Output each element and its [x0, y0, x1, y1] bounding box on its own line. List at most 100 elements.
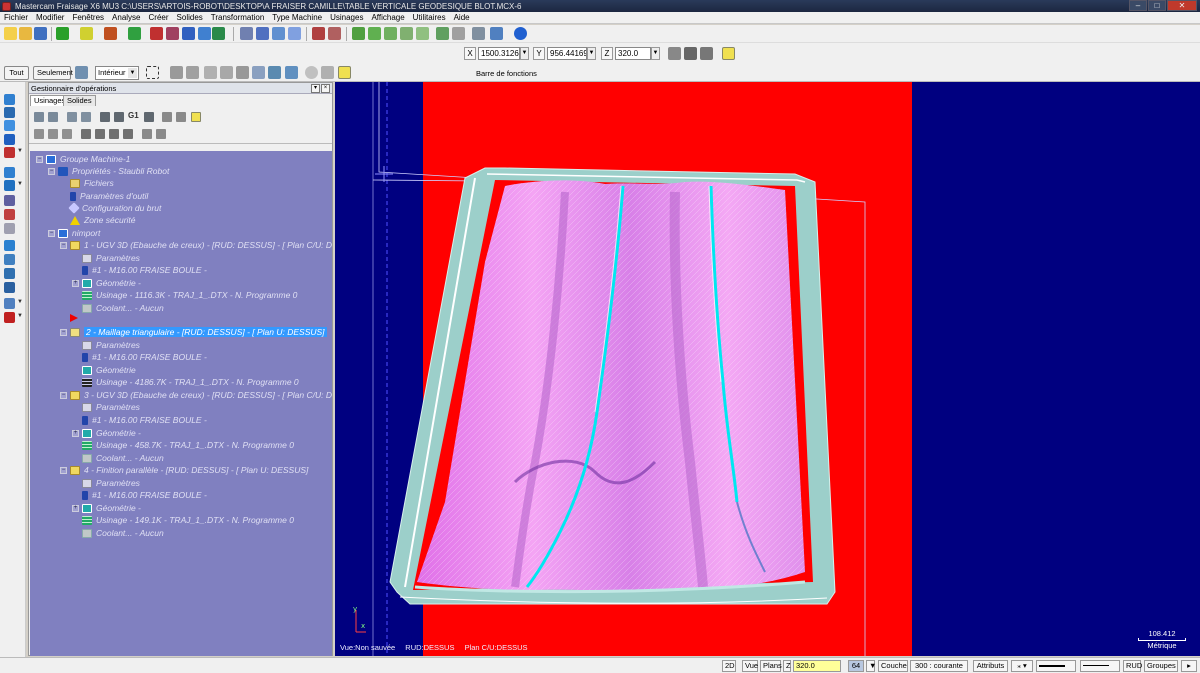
2d-toggle-button[interactable]: 2D: [722, 660, 736, 672]
tree-item[interactable]: #1 - M16.00 FRAISE BOULE -: [82, 489, 207, 501]
minimize-button[interactable]: –: [1129, 0, 1147, 11]
collapse-icon[interactable]: −: [60, 241, 67, 249]
chevron-down-icon[interactable]: ▼: [587, 46, 596, 60]
highfeed-icon[interactable]: [162, 112, 172, 122]
fast-point-icon[interactable]: [668, 47, 681, 60]
grid-icon[interactable]: [4, 298, 15, 309]
face-select-icon[interactable]: [220, 66, 233, 79]
insert-arrow-icon[interactable]: [109, 129, 119, 139]
collapse-icon[interactable]: −: [60, 466, 67, 474]
chevron-down-icon[interactable]: ▼: [17, 299, 23, 305]
filter-icon[interactable]: [285, 66, 298, 79]
line-width-select[interactable]: [1080, 660, 1120, 672]
layer-icon[interactable]: [4, 240, 15, 251]
select-invalid-ops-icon[interactable]: [48, 112, 58, 122]
tree-item[interactable]: #1 - M16.00 FRAISE BOULE -: [82, 264, 207, 276]
expand-icon[interactable]: [156, 129, 166, 139]
toggle-post-icon[interactable]: [62, 129, 72, 139]
arrow-down-icon[interactable]: [4, 134, 15, 145]
tree-item[interactable]: − Groupe Machine-1: [36, 153, 130, 165]
tree-item[interactable]: Fichiers: [70, 177, 114, 189]
view-iso-icon[interactable]: [352, 27, 365, 40]
selection-mode-select[interactable]: Intérieur ▼: [95, 66, 139, 80]
expand-icon[interactable]: +: [72, 504, 79, 512]
loft-icon[interactable]: [4, 195, 15, 206]
attributs-button[interactable]: Attributs: [973, 660, 1008, 672]
vue-button[interactable]: Vue: [742, 660, 758, 672]
collapse-icon[interactable]: −: [48, 167, 55, 175]
solid-select-icon[interactable]: [204, 66, 217, 79]
toggle-display-icon[interactable]: [48, 129, 58, 139]
loop-select-icon[interactable]: [268, 66, 281, 79]
scroll-to-icon[interactable]: [123, 129, 133, 139]
offset-icon[interactable]: [198, 27, 211, 40]
tree-item[interactable]: Paramètres: [82, 252, 140, 264]
new-file-icon[interactable]: [4, 27, 17, 40]
no-select-icon[interactable]: [305, 66, 318, 79]
sphere-icon[interactable]: [4, 180, 15, 191]
regen-icon[interactable]: [67, 112, 77, 122]
tree-item[interactable]: Géométrie: [82, 364, 136, 376]
graphics-viewport[interactable]: y x Vue:Non sauvée RUD:DESSUS Plan C/U:D…: [335, 82, 1200, 656]
y-coordinate-input[interactable]: 956.44169: [547, 46, 587, 60]
menu-aide[interactable]: Aide: [450, 13, 474, 22]
menu-usinages[interactable]: Usinages: [326, 13, 367, 22]
add-icon[interactable]: [56, 27, 69, 40]
tree-item[interactable]: Paramètres: [82, 477, 140, 489]
menu-modifier[interactable]: Modifier: [32, 13, 68, 22]
tree-item[interactable]: Coolant... - Aucun: [82, 302, 164, 314]
globe-icon[interactable]: [514, 27, 527, 40]
chevron-down-icon[interactable]: ▼: [17, 181, 23, 187]
tree-item[interactable]: #1 - M16.00 FRAISE BOULE -: [82, 351, 207, 363]
tree-item[interactable]: −2 - Maillage triangulaire - [RUD: DESSU…: [60, 326, 327, 338]
color-button[interactable]: 64: [848, 660, 864, 672]
insert-arrow-flag[interactable]: [70, 314, 78, 322]
chevron-down-icon[interactable]: ▼: [866, 660, 876, 672]
tree-item[interactable]: Paramètres d'outil: [70, 190, 148, 202]
boolean-icon[interactable]: [4, 147, 15, 158]
x-coordinate-input[interactable]: 1500.3126: [478, 46, 520, 60]
expand-icon[interactable]: +: [72, 429, 79, 437]
config-icon[interactable]: [700, 47, 713, 60]
regen-dirty-icon[interactable]: [81, 112, 91, 122]
tree-item[interactable]: #1 - M16.00 FRAISE BOULE -: [82, 414, 207, 426]
collapse-icon[interactable]: −: [48, 229, 55, 237]
help-icon[interactable]: [338, 66, 351, 79]
gview-icon[interactable]: [490, 27, 503, 40]
view-right-icon[interactable]: [400, 27, 413, 40]
shade-icon[interactable]: [436, 27, 449, 40]
wireframe-icon[interactable]: [452, 27, 465, 40]
chevron-down-icon[interactable]: ▼: [17, 148, 23, 154]
xform-icon[interactable]: [240, 27, 253, 40]
menu-utilitaires[interactable]: Utilitaires: [409, 13, 450, 22]
tree-item[interactable]: Usinage - 458.7K - TRAJ_1_.DTX - N. Prog…: [82, 439, 294, 451]
collapse-icon[interactable]: −: [60, 328, 67, 336]
chevron-down-icon[interactable]: ▼: [17, 313, 23, 319]
help-icon[interactable]: [722, 47, 735, 60]
select-all-ops-icon[interactable]: [34, 112, 44, 122]
redo-icon[interactable]: [328, 27, 341, 40]
collapse-icon[interactable]: −: [36, 155, 43, 163]
chain-icon[interactable]: [170, 66, 183, 79]
shell-icon[interactable]: [4, 223, 15, 234]
arc-icon[interactable]: [104, 27, 117, 40]
tab-solides[interactable]: Solides: [63, 95, 96, 106]
point-style-select[interactable]: ⁎ ▾: [1011, 660, 1033, 672]
level-icon[interactable]: [4, 254, 15, 265]
window-select-icon[interactable]: [146, 66, 159, 79]
tree-item[interactable]: Paramètres: [82, 401, 140, 413]
couche-button[interactable]: Couche: [878, 660, 908, 672]
move-down-icon[interactable]: [81, 129, 91, 139]
maximize-button[interactable]: □: [1148, 0, 1166, 11]
tree-item[interactable]: Usinage - 4186.7K - TRAJ_1_.DTX - N. Pro…: [82, 376, 299, 388]
move-up-icon[interactable]: [95, 129, 105, 139]
cut-icon[interactable]: [4, 209, 15, 220]
scale-icon[interactable]: [288, 27, 301, 40]
tree-item[interactable]: −4 - Finition parallèle - [RUD: DESSUS] …: [60, 464, 308, 476]
tree-item[interactable]: + Géométrie -: [72, 427, 141, 439]
tree-item[interactable]: −1 - UGV 3D (Ebauche de creux) - [RUD: D…: [60, 239, 332, 251]
tree-item[interactable]: − nimport: [48, 227, 100, 239]
menu-creer[interactable]: Créer: [145, 13, 173, 22]
z-depth-input[interactable]: 320.0: [793, 660, 841, 672]
tree-item[interactable]: + Géométrie -: [72, 502, 141, 514]
